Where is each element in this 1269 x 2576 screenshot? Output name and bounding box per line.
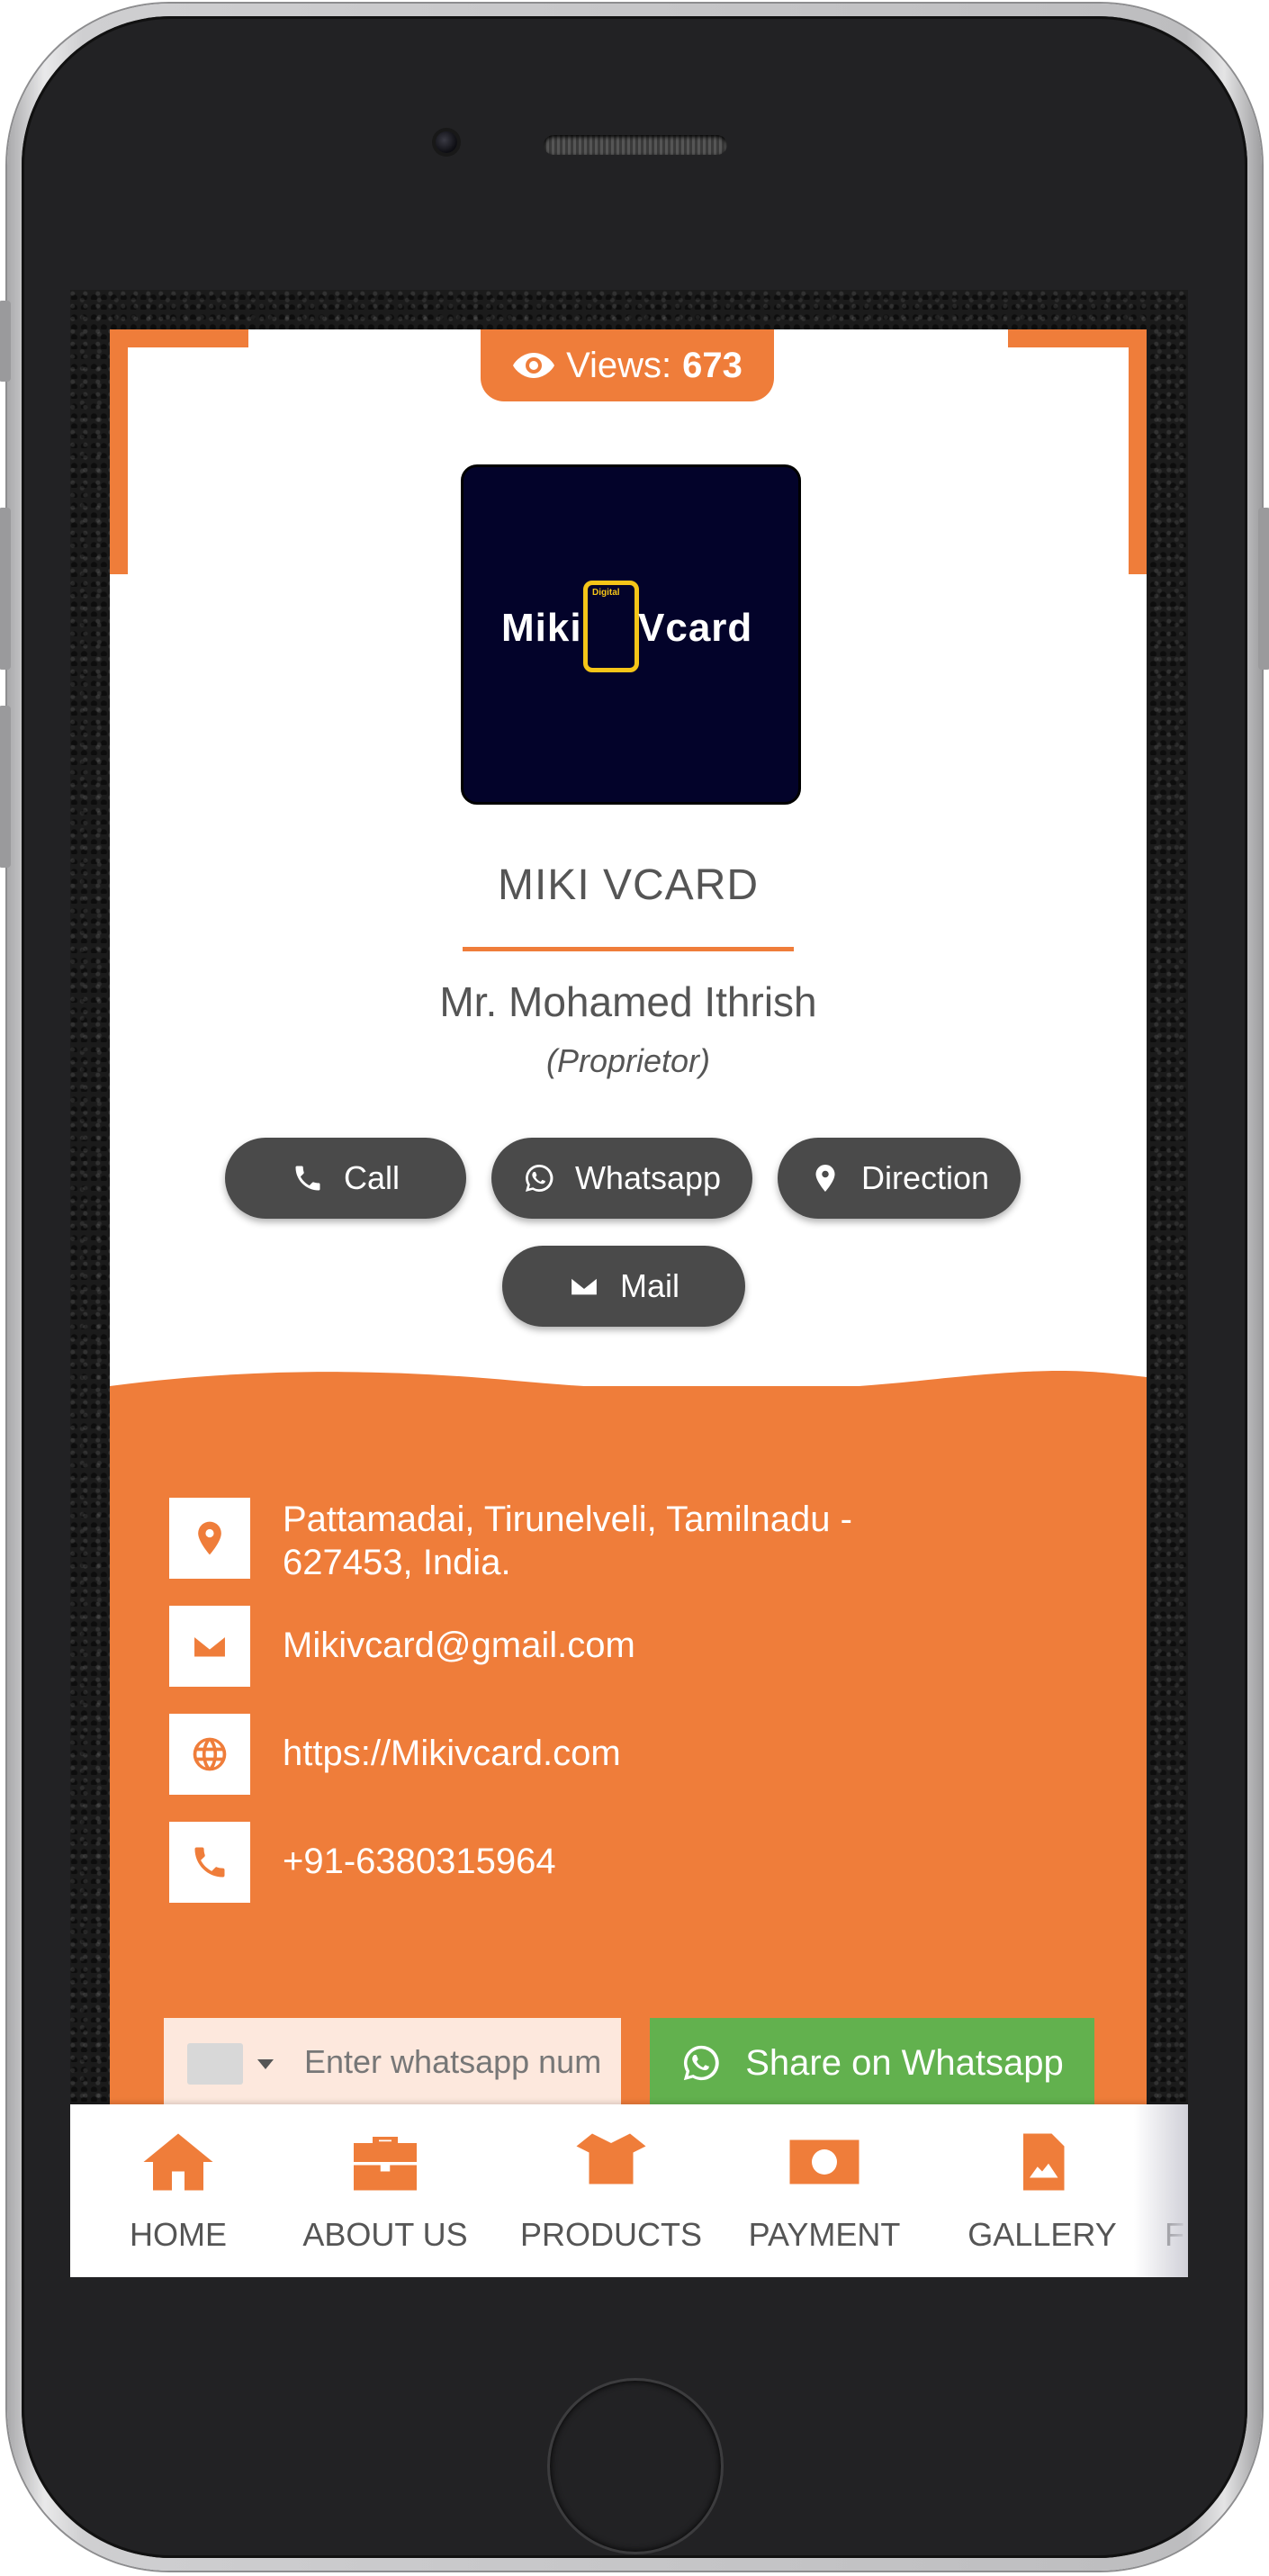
phone-icon-box <box>169 1822 250 1903</box>
vcard: Views: 673 Miki Digital Vcard MIKI VCARD … <box>110 329 1147 2277</box>
title-underline <box>463 947 794 951</box>
address-text[interactable]: Pattamadai, Tirunelveli, Tamilnadu - 627… <box>283 1498 967 1584</box>
map-pin-icon <box>815 1165 835 1192</box>
image-file-icon <box>1023 2133 1065 2191</box>
mute-switch <box>0 301 11 382</box>
nav-gallery[interactable]: GALLERY <box>961 2104 1123 2277</box>
nav-payment-label: PAYMENT <box>748 2216 901 2253</box>
money-icon <box>789 2139 860 2184</box>
whatsapp-label: Whatsapp <box>574 1159 722 1196</box>
phone-icon <box>295 1166 320 1191</box>
whatsapp-button[interactable]: Whatsapp <box>491 1138 752 1219</box>
logo-text-miki: Miki <box>501 606 582 650</box>
mail-label: Mail <box>619 1267 680 1304</box>
address-icon-box <box>169 1498 250 1579</box>
nav-home[interactable]: HOME <box>124 2104 232 2277</box>
nav-scroll-fade <box>1134 2104 1188 2277</box>
home-hardware-button[interactable] <box>547 2378 724 2554</box>
whatsapp-icon <box>684 2045 719 2081</box>
nav-home-label: HOME <box>130 2216 227 2253</box>
corner-top-left-h <box>110 329 248 347</box>
screen: Views: 673 Miki Digital Vcard MIKI VCARD … <box>70 290 1188 2277</box>
email-text[interactable]: Mikivcard@gmail.com <box>283 1624 967 1667</box>
logo-text-vcard: Vcard <box>638 606 753 650</box>
nav-products-label: PRODUCTS <box>520 2216 703 2253</box>
phone-row: +91-6380315964 <box>169 1822 1069 1903</box>
earpiece-speaker <box>544 135 727 155</box>
briefcase-icon <box>354 2137 417 2191</box>
mail-button[interactable]: Mail <box>502 1246 745 1327</box>
nav-payment[interactable]: PAYMENT <box>743 2104 905 2277</box>
globe-icon <box>193 1737 227 1771</box>
call-label: Call <box>343 1159 400 1196</box>
company-logo: Miki Digital Vcard <box>461 464 801 805</box>
corner-top-right-v <box>1129 329 1147 574</box>
website-text[interactable]: https://Mikivcard.com <box>283 1732 967 1775</box>
volume-up-button <box>0 508 11 670</box>
front-camera <box>436 131 457 153</box>
views-count: 673 <box>682 345 742 385</box>
views-counter: Views: 673 <box>481 329 774 401</box>
share-button-label: Share on Whatsapp <box>745 2042 1064 2083</box>
nav-about-us[interactable]: ABOUT US <box>295 2104 475 2277</box>
direction-label: Direction <box>860 1159 990 1196</box>
country-dropdown-caret-icon[interactable] <box>257 2059 274 2069</box>
bottom-nav: HOME ABOUT US PRODUCTS PAYMENT GALLERY F <box>70 2104 1188 2277</box>
nav-products[interactable]: PRODUCTS <box>520 2104 702 2277</box>
corner-top-right-h <box>1008 329 1147 347</box>
whatsapp-icon <box>525 1164 554 1192</box>
envelope-icon <box>192 1633 228 1660</box>
whatsapp-number-input[interactable]: Enter whatsapp num <box>164 2018 621 2108</box>
direction-button[interactable]: Direction <box>778 1138 1021 1219</box>
phone-icon <box>194 1847 225 1878</box>
email-row: Mikivcard@gmail.com <box>169 1606 1069 1687</box>
corner-top-left-v <box>110 329 128 574</box>
phone-text[interactable]: +91-6380315964 <box>283 1840 967 1883</box>
eye-icon <box>513 353 555 378</box>
nav-gallery-label: GALLERY <box>968 2216 1117 2253</box>
person-role: (Proprietor) <box>545 1042 711 1079</box>
location-icon <box>198 1521 221 1555</box>
website-row: https://Mikivcard.com <box>169 1714 1069 1795</box>
box-icon <box>576 2133 646 2184</box>
home-icon <box>143 2133 213 2191</box>
views-label: Views: <box>566 345 672 385</box>
whatsapp-number-placeholder[interactable]: Enter whatsapp num <box>304 2043 610 2081</box>
address-row: Pattamadai, Tirunelveli, Tamilnadu - 627… <box>169 1498 1069 1582</box>
email-icon-box <box>169 1606 250 1687</box>
nav-about-us-label: ABOUT US <box>302 2216 468 2253</box>
volume-down-button <box>0 706 11 868</box>
logo-tag: Digital <box>592 588 620 598</box>
call-button[interactable]: Call <box>225 1138 466 1219</box>
person-name: Mr. Mohamed Ithrish <box>439 978 817 1025</box>
power-button <box>1258 508 1269 670</box>
website-icon-box <box>169 1714 250 1795</box>
envelope-icon <box>569 1275 599 1297</box>
share-on-whatsapp-button[interactable]: Share on Whatsapp <box>650 2018 1094 2108</box>
company-name: MIKI VCARD <box>497 861 760 909</box>
country-flag[interactable] <box>187 2043 243 2085</box>
